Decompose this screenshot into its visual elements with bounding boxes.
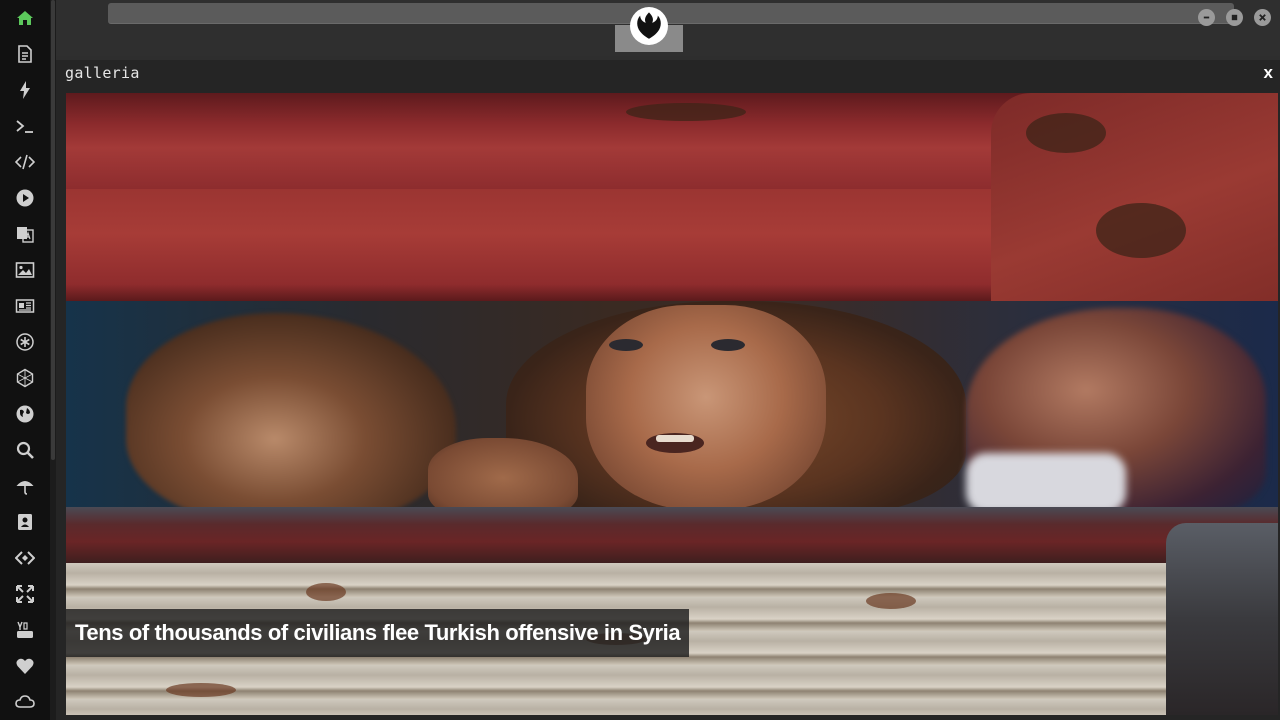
photo-rust-patch	[1026, 113, 1106, 153]
dock-scrollbar-thumb[interactable]	[51, 0, 55, 460]
app-dock	[0, 0, 50, 720]
photo-child-face	[586, 305, 826, 510]
cloud-icon[interactable]	[13, 690, 37, 714]
photo-caption: Tens of thousands of civilians flee Turk…	[66, 609, 690, 657]
youtube-icon[interactable]	[13, 618, 37, 642]
expand-icon[interactable]	[13, 582, 37, 606]
gallery-photo[interactable]: Tens of thousands of civilians flee Turk…	[66, 93, 1278, 715]
photo-rust-patch	[626, 103, 746, 121]
umbrella-icon[interactable]	[13, 474, 37, 498]
photo-rust-spot	[866, 593, 916, 609]
photo-eye-right	[711, 339, 745, 351]
minimize-icon[interactable]	[1198, 9, 1215, 26]
window-title: galleria	[65, 64, 140, 82]
newspaper-icon[interactable]	[13, 294, 37, 318]
gallery-window: galleria x Tens of thousands of civilian…	[56, 60, 1280, 720]
photo-rail	[66, 507, 1278, 565]
asterisk-icon[interactable]	[13, 330, 37, 354]
document-icon[interactable]	[13, 42, 37, 66]
photo-rust-spot	[306, 583, 346, 601]
photo-eye-left	[609, 339, 643, 351]
source-code-icon[interactable]	[13, 546, 37, 570]
photo-hand	[428, 438, 578, 518]
globe-icon[interactable]	[13, 402, 37, 426]
photo-rust-spot	[166, 683, 236, 697]
rebel-alliance-icon[interactable]	[630, 7, 668, 45]
image-icon[interactable]	[13, 258, 37, 282]
search-icon[interactable]	[13, 438, 37, 462]
contact-card-icon[interactable]	[13, 510, 37, 534]
lightning-icon[interactable]	[13, 78, 37, 102]
photo-teeth	[656, 435, 694, 442]
window-close-button[interactable]: x	[1264, 63, 1273, 83]
address-bar[interactable]	[108, 3, 1234, 24]
translate-icon[interactable]	[13, 222, 37, 246]
maximize-icon[interactable]	[1226, 9, 1243, 26]
hexagon-icon[interactable]	[13, 366, 37, 390]
photo-rust-patch	[1096, 203, 1186, 258]
home-icon[interactable]	[13, 6, 37, 30]
photo-latch	[1166, 523, 1278, 715]
play-icon[interactable]	[13, 186, 37, 210]
close-icon[interactable]	[1254, 9, 1271, 26]
photo-shirt	[966, 453, 1126, 513]
code-icon[interactable]	[13, 150, 37, 174]
terminal-icon[interactable]	[13, 114, 37, 138]
heart-icon[interactable]	[13, 654, 37, 678]
